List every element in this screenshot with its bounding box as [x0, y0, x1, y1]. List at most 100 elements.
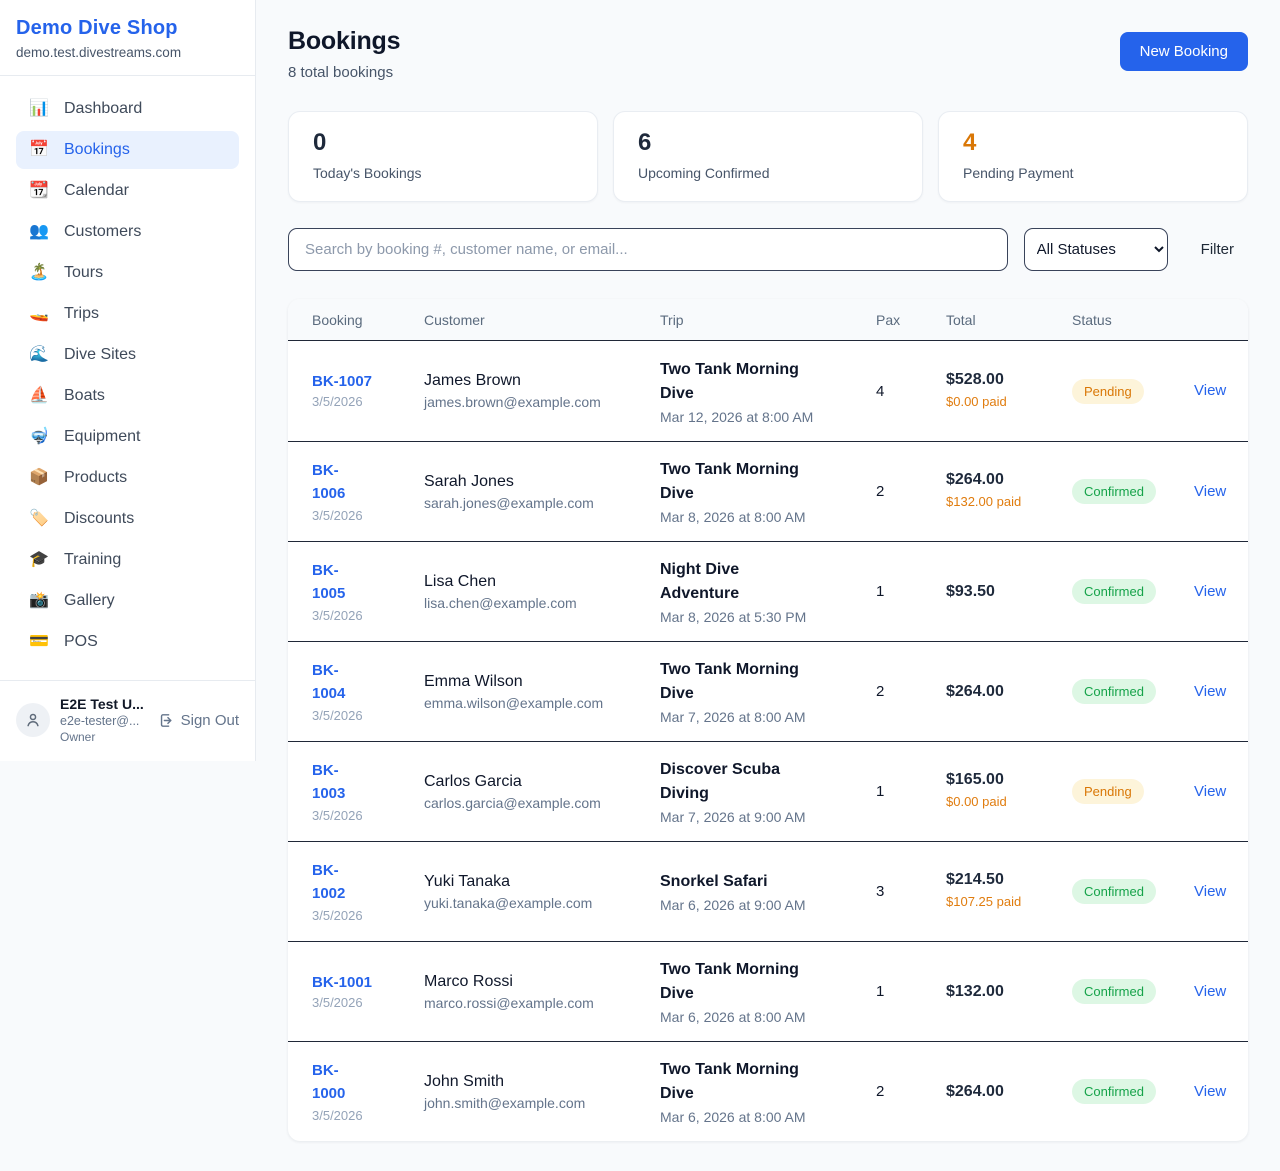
status-badge: Confirmed: [1072, 579, 1156, 604]
booking-date: 3/5/2026: [312, 708, 424, 723]
paid-amount: $0.00 paid: [946, 393, 1026, 411]
sidebar-item-label: Customers: [64, 223, 141, 241]
sidebar-item-tours[interactable]: 🏝️ Tours: [16, 254, 239, 292]
new-booking-button[interactable]: New Booking: [1120, 32, 1248, 71]
trip-cell: Two Tank Morning Dive Mar 6, 2026 at 8:0…: [660, 1058, 876, 1125]
sidebar-user-footer: E2E Test U... e2e-tester@... Owner Sign …: [0, 680, 255, 761]
trip-datetime: Mar 6, 2026 at 8:00 AM: [660, 1009, 876, 1025]
status-cell: Confirmed: [1072, 579, 1194, 604]
view-link[interactable]: View: [1194, 382, 1226, 399]
sidebar-item-gallery[interactable]: 📸 Gallery: [16, 582, 239, 620]
booking-id-link[interactable]: BK-1004: [312, 660, 356, 705]
paid-amount: $132.00 paid: [946, 493, 1026, 511]
sidebar-item-label: Calendar: [64, 182, 129, 200]
sidebar-item-equipment[interactable]: 🤿 Equipment: [16, 418, 239, 456]
trip-datetime: Mar 6, 2026 at 9:00 AM: [660, 897, 876, 913]
col-header-trip: Trip: [660, 312, 876, 328]
trip-cell: Night Dive Adventure Mar 8, 2026 at 5:30…: [660, 558, 876, 625]
trip-datetime: Mar 8, 2026 at 8:00 AM: [660, 509, 876, 525]
customer-email: james.brown@example.com: [424, 394, 660, 410]
sidebar-item-discounts[interactable]: 🏷️ Discounts: [16, 500, 239, 538]
view-link[interactable]: View: [1194, 783, 1226, 800]
status-badge: Pending: [1072, 779, 1144, 804]
brand-block: Demo Dive Shop demo.test.divestreams.com: [0, 0, 255, 76]
trip-name: Two Tank Morning Dive: [660, 658, 812, 706]
booking-id-link[interactable]: BK-1001: [312, 974, 372, 991]
pax-value: 1: [876, 983, 946, 1000]
total-amount: $264.00: [946, 1083, 1072, 1101]
bookings-count: 8 total bookings: [288, 64, 400, 81]
customer-email: lisa.chen@example.com: [424, 595, 660, 611]
sidebar-item-products[interactable]: 📦 Products: [16, 459, 239, 497]
stats-row: 0 Today's Bookings 6 Upcoming Confirmed …: [288, 111, 1248, 202]
shop-domain: demo.test.divestreams.com: [16, 45, 239, 60]
status-cell: Confirmed: [1072, 1079, 1194, 1104]
sidebar-nav: 📊 Dashboard 📅 Bookings 📆 Calendar 👥 Cust…: [0, 76, 255, 674]
status-select[interactable]: All Statuses: [1024, 228, 1168, 271]
people-icon: 👥: [28, 224, 50, 240]
trip-name: Two Tank Morning Dive: [660, 958, 812, 1006]
booking-id-link[interactable]: BK-1006: [312, 460, 356, 505]
booking-cell: BK-1007 3/5/2026: [312, 373, 424, 409]
sidebar-item-label: Dive Sites: [64, 346, 136, 364]
customer-cell: Yuki Tanaka yuki.tanaka@example.com: [424, 873, 660, 911]
customer-email: sarah.jones@example.com: [424, 495, 660, 511]
sidebar-item-boats[interactable]: ⛵ Boats: [16, 377, 239, 415]
island-icon: 🏝️: [28, 265, 50, 281]
paid-amount: $0.00 paid: [946, 793, 1026, 811]
sailboat-icon: ⛵: [28, 388, 50, 404]
view-link[interactable]: View: [1194, 1083, 1226, 1100]
total-cell: $264.00: [946, 683, 1072, 701]
graduation-cap-icon: 🎓: [28, 552, 50, 568]
sidebar-item-customers[interactable]: 👥 Customers: [16, 213, 239, 251]
camera-icon: 📸: [28, 593, 50, 609]
stat-card: 0 Today's Bookings: [288, 111, 598, 202]
booking-id-link[interactable]: BK-1005: [312, 560, 356, 605]
booking-cell: BK-1000 3/5/2026: [312, 1060, 424, 1123]
booking-id-link[interactable]: BK-1000: [312, 1060, 356, 1105]
trip-cell: Two Tank Morning Dive Mar 8, 2026 at 8:0…: [660, 458, 876, 525]
view-link[interactable]: View: [1194, 883, 1226, 900]
sidebar-item-bookings[interactable]: 📅 Bookings: [16, 131, 239, 169]
sidebar-item-training[interactable]: 🎓 Training: [16, 541, 239, 579]
booking-cell: BK-1004 3/5/2026: [312, 660, 424, 723]
table-row: BK-1004 3/5/2026 Emma Wilson emma.wilson…: [288, 641, 1248, 741]
sidebar-item-trips[interactable]: 🚤 Trips: [16, 295, 239, 333]
status-badge: Confirmed: [1072, 879, 1156, 904]
trip-name: Two Tank Morning Dive: [660, 358, 812, 406]
status-badge: Confirmed: [1072, 679, 1156, 704]
pax-value: 4: [876, 383, 946, 400]
bar-chart-icon: 📊: [28, 101, 50, 117]
status-cell: Confirmed: [1072, 979, 1194, 1004]
booking-id-link[interactable]: BK-1003: [312, 760, 356, 805]
sidebar-item-pos[interactable]: 💳 POS: [16, 623, 239, 661]
tear-off-calendar-icon: 📆: [28, 183, 50, 199]
view-link[interactable]: View: [1194, 983, 1226, 1000]
customer-cell: John Smith john.smith@example.com: [424, 1073, 660, 1111]
booking-cell: BK-1001 3/5/2026: [312, 974, 424, 1010]
booking-id-link[interactable]: BK-1002: [312, 860, 356, 905]
filter-button[interactable]: Filter: [1201, 241, 1234, 258]
booking-id-link[interactable]: BK-1007: [312, 373, 372, 390]
sidebar-item-dive-sites[interactable]: 🌊 Dive Sites: [16, 336, 239, 374]
sign-out-button[interactable]: Sign Out: [158, 712, 239, 729]
status-badge: Confirmed: [1072, 979, 1156, 1004]
sidebar-item-calendar[interactable]: 📆 Calendar: [16, 172, 239, 210]
customer-cell: Carlos Garcia carlos.garcia@example.com: [424, 773, 660, 811]
table-row: BK-1007 3/5/2026 James Brown james.brown…: [288, 341, 1248, 441]
user-email: e2e-tester@...: [60, 714, 148, 728]
pax-value: 1: [876, 783, 946, 800]
pax-value: 2: [876, 1083, 946, 1100]
sidebar-item-label: Discounts: [64, 510, 134, 528]
trip-cell: Snorkel Safari Mar 6, 2026 at 9:00 AM: [660, 870, 876, 913]
booking-date: 3/5/2026: [312, 1108, 424, 1123]
total-cell: $132.00: [946, 983, 1072, 1001]
customer-email: marco.rossi@example.com: [424, 995, 660, 1011]
table-row: BK-1002 3/5/2026 Yuki Tanaka yuki.tanaka…: [288, 841, 1248, 941]
view-link[interactable]: View: [1194, 683, 1226, 700]
search-input[interactable]: [288, 228, 1008, 271]
view-link[interactable]: View: [1194, 583, 1226, 600]
view-link[interactable]: View: [1194, 483, 1226, 500]
sidebar-item-dashboard[interactable]: 📊 Dashboard: [16, 90, 239, 128]
sidebar-item-label: Products: [64, 469, 127, 487]
